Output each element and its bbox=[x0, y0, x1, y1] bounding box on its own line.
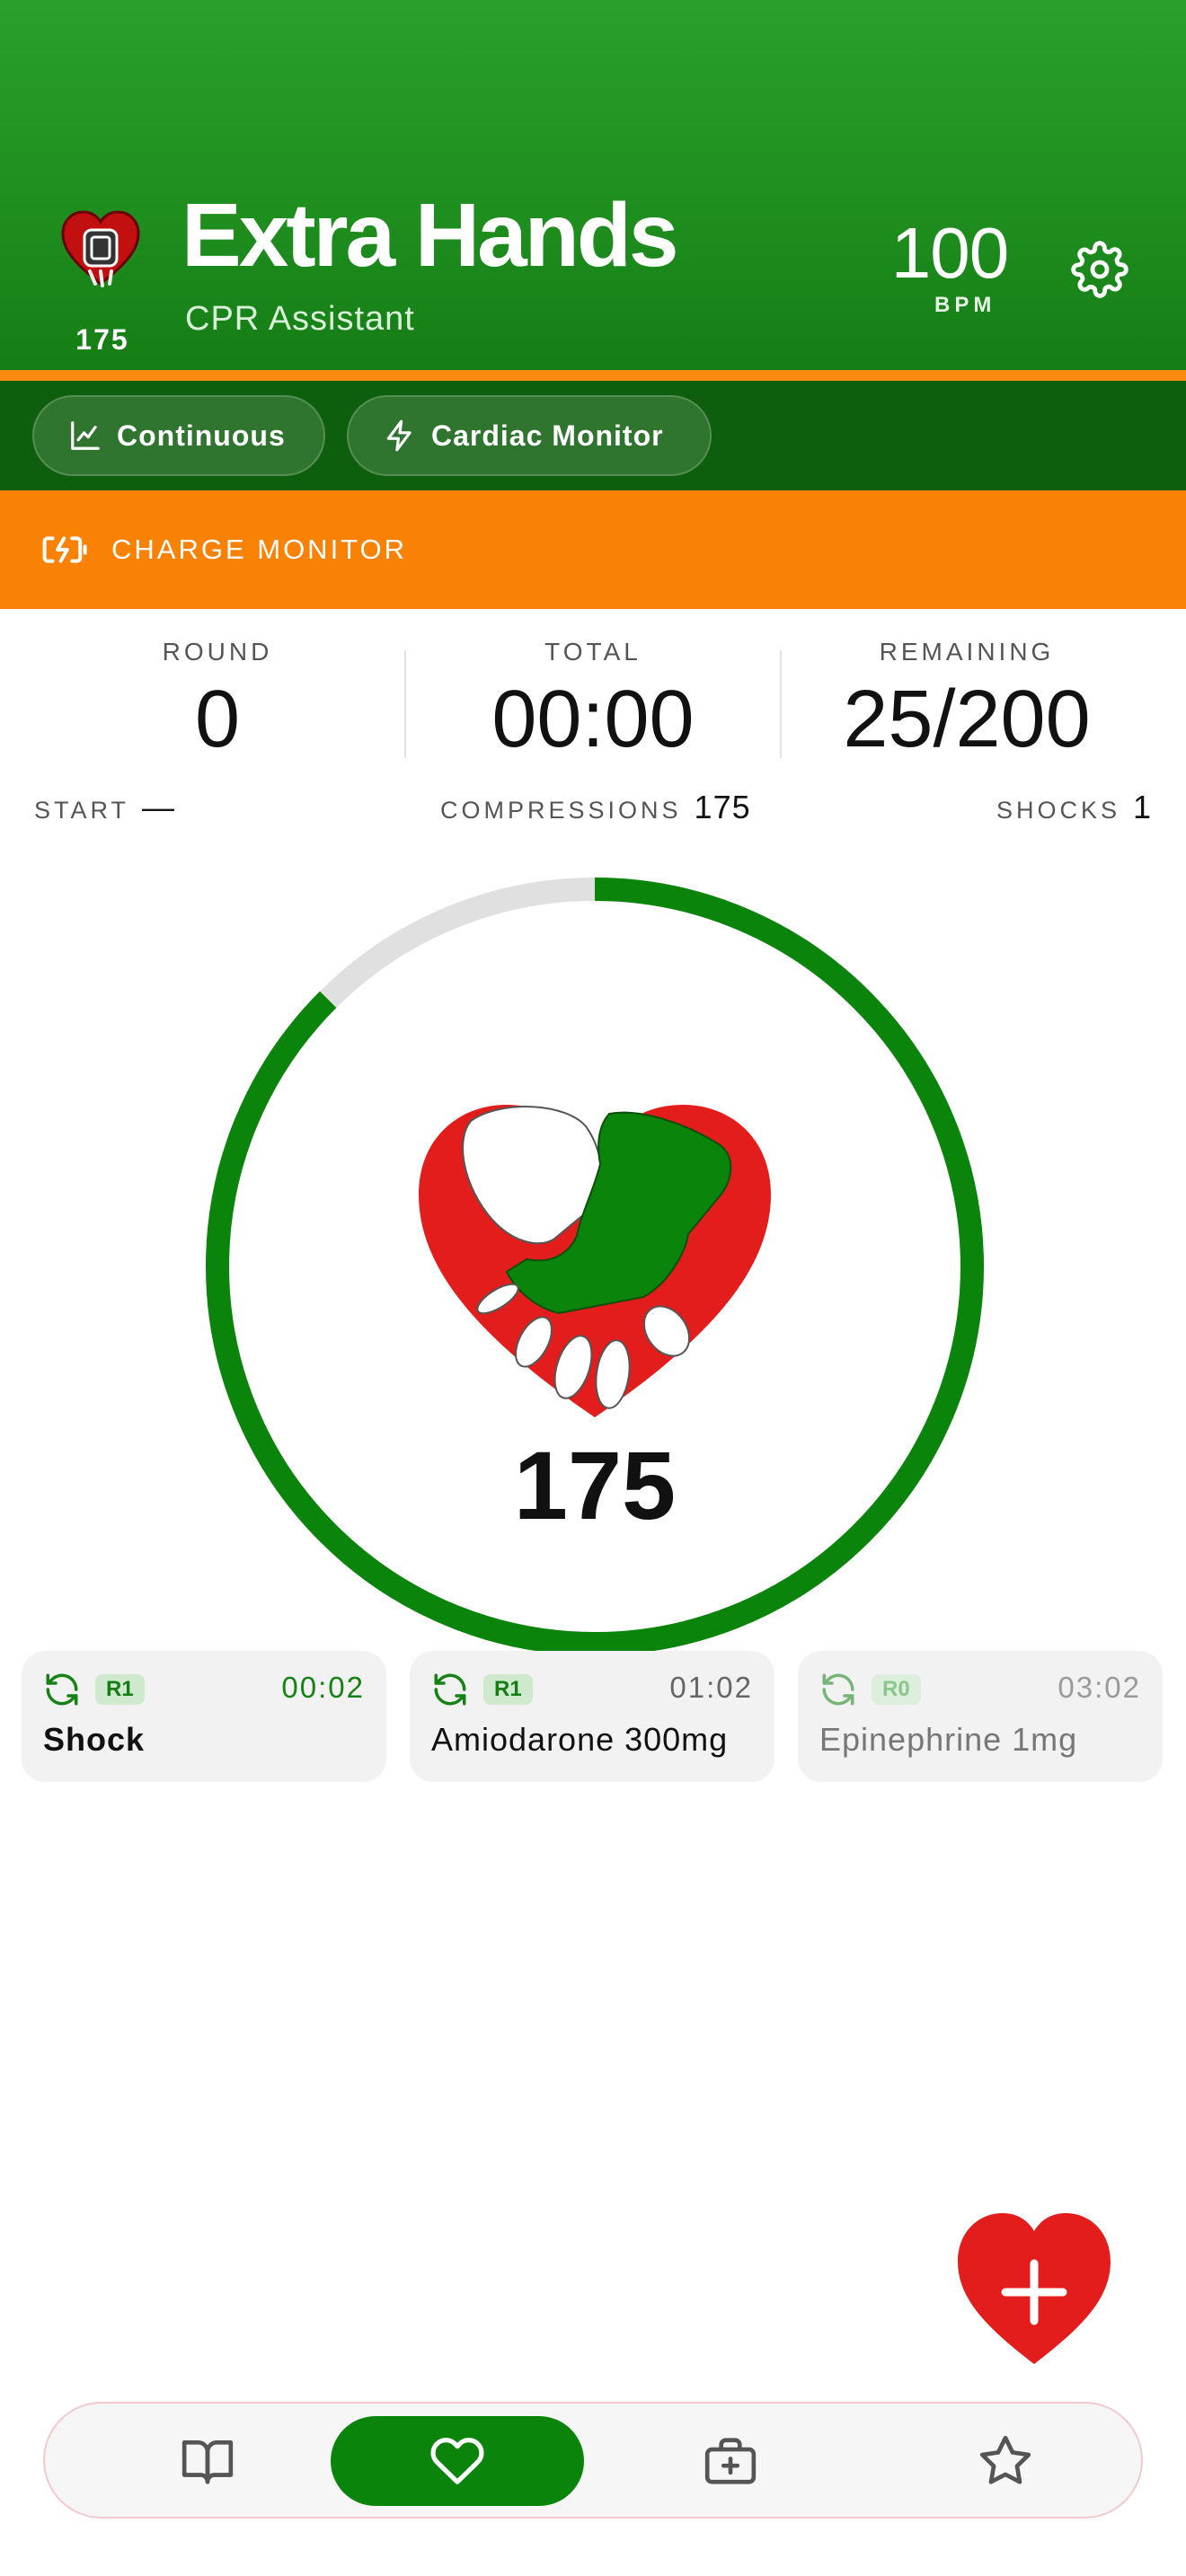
bpm-unit: BPM bbox=[934, 293, 996, 317]
event-card-shock[interactable]: R1 00:02 Shock bbox=[22, 1651, 386, 1782]
app-logo-icon bbox=[59, 208, 142, 291]
add-event-button[interactable] bbox=[954, 2210, 1114, 2371]
repeat-icon[interactable] bbox=[819, 1671, 857, 1708]
charge-monitor-label: CHARGE MONITOR bbox=[111, 534, 408, 565]
medical-kit-icon bbox=[704, 2438, 757, 2484]
battery-charging-icon bbox=[41, 530, 90, 569]
book-icon bbox=[181, 2440, 234, 2484]
bottom-navigation bbox=[43, 2402, 1143, 2519]
remaining-value: 25/200 bbox=[843, 675, 1091, 764]
compressions-summary: COMPRESSIONS 175 bbox=[440, 789, 751, 826]
star-icon bbox=[979, 2435, 1031, 2484]
event-name: Amiodarone 300mg bbox=[431, 1721, 729, 1758]
charge-monitor-banner[interactable]: CHARGE MONITOR bbox=[0, 490, 1186, 609]
compression-button[interactable]: 175 bbox=[199, 871, 990, 1662]
remaining-label: REMAINING bbox=[879, 638, 1055, 666]
round-badge: R1 bbox=[95, 1674, 145, 1705]
app-header: 175 Extra Hands CPR Assistant 100 BPM bbox=[0, 0, 1186, 370]
chart-line-icon bbox=[68, 419, 102, 453]
start-label: START bbox=[34, 797, 130, 824]
nav-cpr[interactable] bbox=[331, 2416, 584, 2506]
mode-chip-label: Continuous bbox=[117, 419, 286, 452]
round-badge: R0 bbox=[872, 1674, 921, 1705]
event-card-amiodarone[interactable]: R1 01:02 Amiodarone 300mg bbox=[410, 1651, 774, 1782]
shocks-label: SHOCKS bbox=[996, 797, 1120, 824]
gear-icon[interactable] bbox=[1071, 241, 1128, 298]
shocks-summary: SHOCKS 1 bbox=[996, 789, 1152, 826]
nav-favorites[interactable] bbox=[879, 2416, 1132, 2506]
heart-hands-logo bbox=[419, 1105, 771, 1417]
total-value: 00:00 bbox=[491, 675, 695, 764]
remaining-stat: REMAINING 25/200 bbox=[787, 638, 1146, 760]
bpm-value[interactable]: 100 bbox=[882, 217, 1017, 289]
header-accent-line bbox=[0, 370, 1186, 381]
nav-medications[interactable] bbox=[604, 2416, 857, 2506]
round-stat: ROUND 0 bbox=[38, 638, 397, 760]
app-title: Extra Hands bbox=[181, 185, 679, 286]
mode-chip-continuous[interactable]: Continuous bbox=[32, 395, 325, 476]
compressions-label: COMPRESSIONS bbox=[440, 797, 682, 824]
logo-count: 175 bbox=[75, 323, 129, 356]
event-card-epinephrine[interactable]: R0 03:02 Epinephrine 1mg bbox=[798, 1651, 1163, 1782]
compression-count: 175 bbox=[513, 1431, 677, 1539]
mode-chip-label: Cardiac Monitor bbox=[431, 419, 664, 452]
repeat-icon[interactable] bbox=[431, 1671, 469, 1708]
stat-divider bbox=[404, 650, 406, 758]
total-stat: TOTAL 00:00 bbox=[413, 638, 773, 760]
app-subtitle: CPR Assistant bbox=[185, 300, 415, 338]
repeat-icon[interactable] bbox=[43, 1671, 81, 1708]
mode-chip-cardiac-monitor[interactable]: Cardiac Monitor bbox=[347, 395, 712, 476]
start-summary: START — bbox=[34, 789, 175, 826]
event-name: Epinephrine 1mg bbox=[819, 1721, 1078, 1758]
compressions-value: 175 bbox=[694, 789, 751, 825]
event-elapsed-time: 01:02 bbox=[669, 1671, 753, 1704]
start-value: — bbox=[142, 789, 176, 825]
heart-plus-icon bbox=[958, 2213, 1111, 2364]
event-name: Shock bbox=[43, 1721, 146, 1758]
round-value: 0 bbox=[194, 675, 241, 764]
total-label: TOTAL bbox=[544, 638, 642, 666]
event-elapsed-time: 03:02 bbox=[1058, 1671, 1141, 1704]
lightning-icon bbox=[383, 419, 417, 453]
event-elapsed-time: 00:02 bbox=[281, 1671, 365, 1704]
round-label: ROUND bbox=[162, 638, 273, 666]
shocks-value: 1 bbox=[1132, 789, 1152, 825]
round-badge: R1 bbox=[483, 1674, 533, 1705]
stat-divider bbox=[780, 650, 782, 758]
heart-icon bbox=[430, 2438, 484, 2484]
nav-guide[interactable] bbox=[81, 2416, 334, 2506]
